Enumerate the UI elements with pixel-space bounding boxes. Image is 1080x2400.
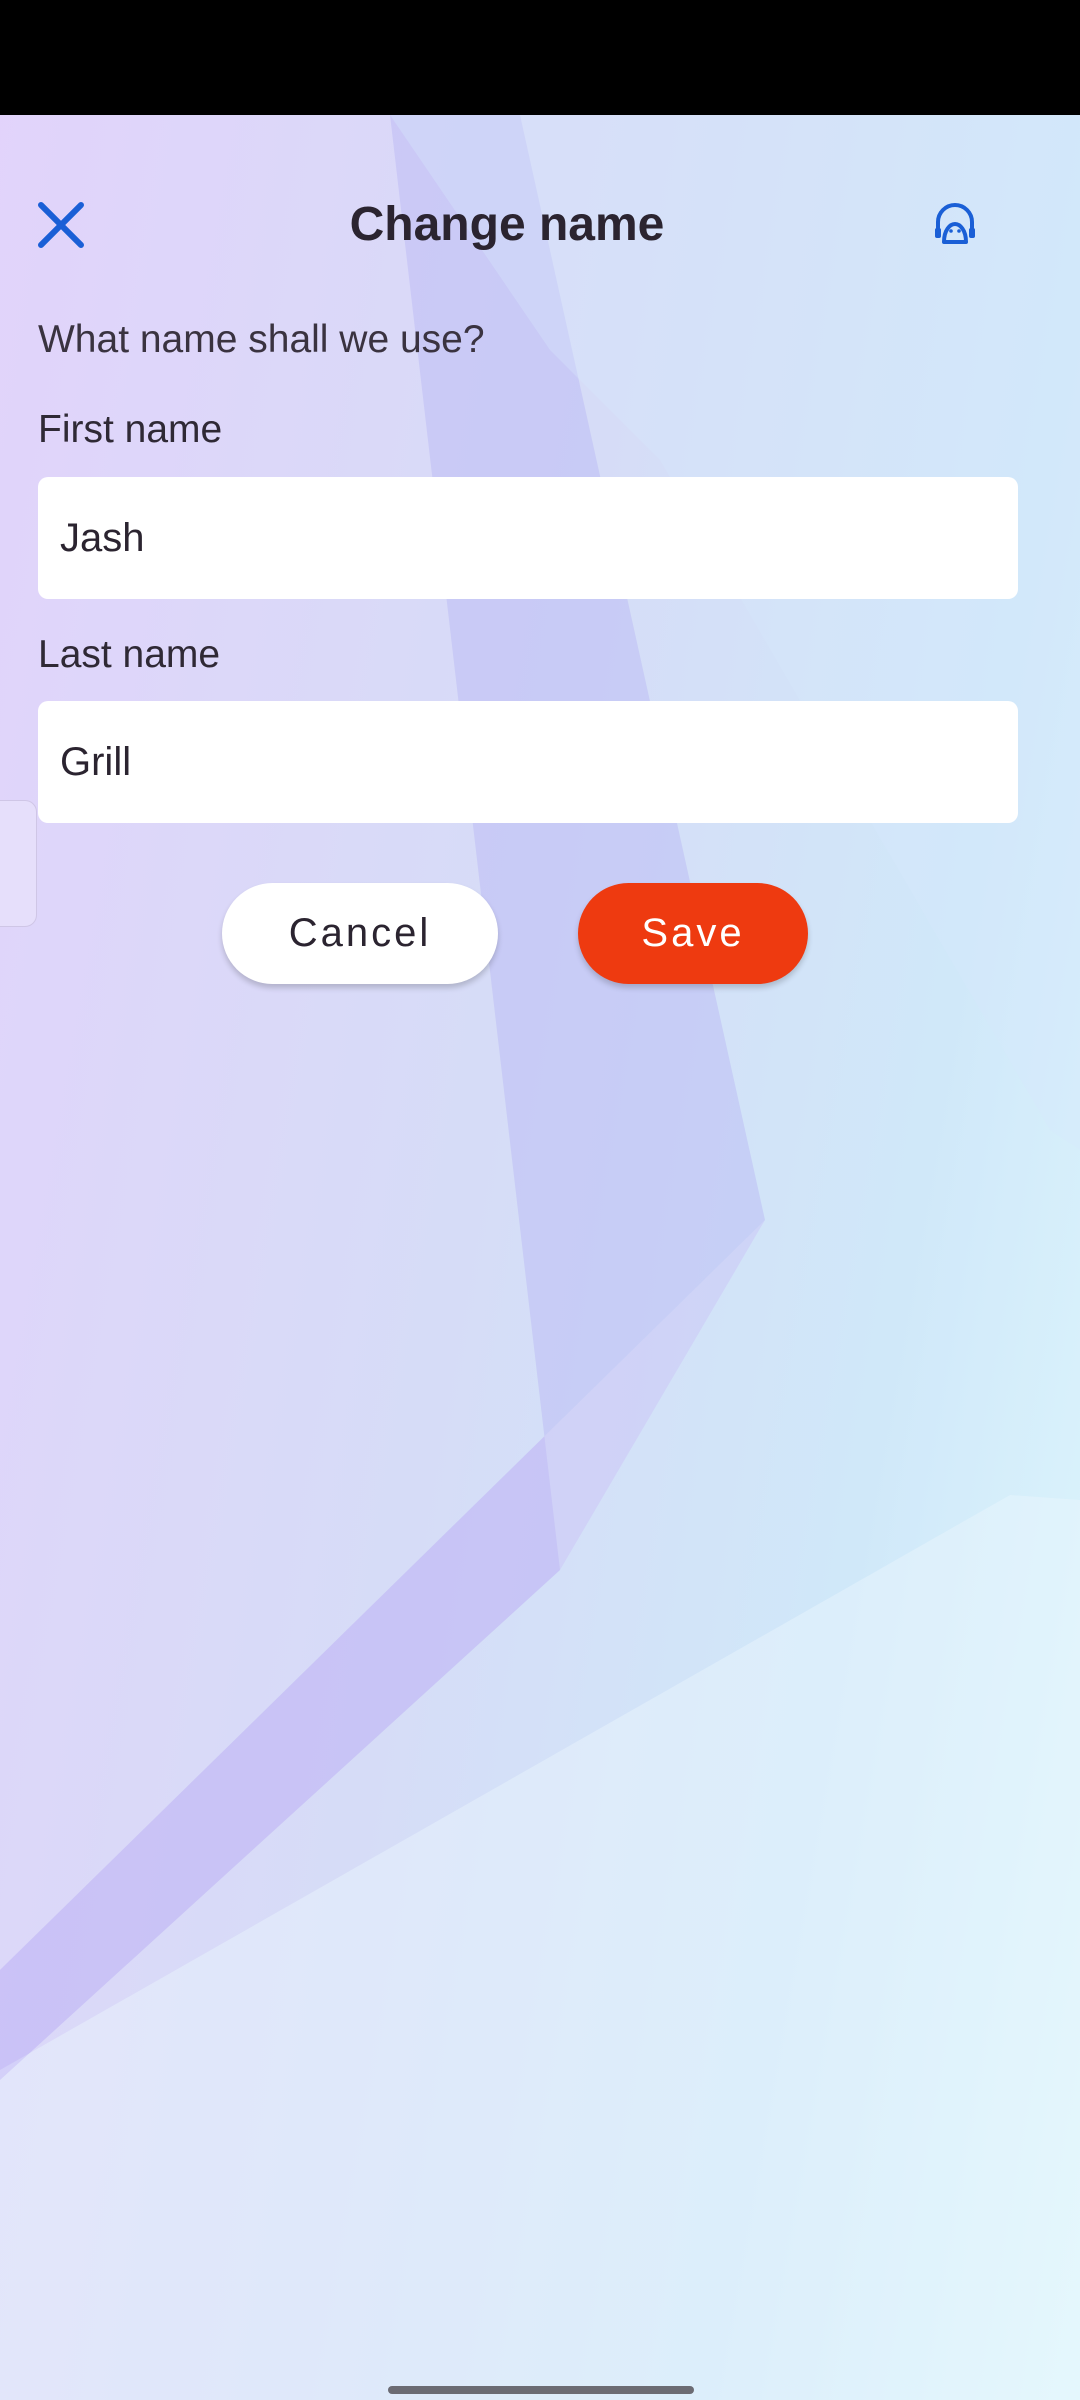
edge-panel-handle[interactable] — [0, 800, 37, 927]
first-name-label: First name — [38, 408, 223, 451]
home-indicator[interactable] — [388, 2386, 694, 2394]
support-button[interactable] — [922, 192, 988, 258]
header: Change name — [0, 170, 1080, 280]
last-name-input[interactable] — [38, 701, 1018, 823]
cancel-button[interactable]: Cancel — [222, 883, 498, 984]
name-prompt: What name shall we use? — [38, 318, 485, 361]
status-bar — [0, 0, 1080, 115]
first-name-input[interactable] — [38, 477, 1018, 599]
change-name-screen: Change name What name shall we use? Firs… — [0, 0, 1080, 2400]
page-title: Change name — [349, 198, 665, 251]
last-name-label: Last name — [38, 633, 221, 676]
headset-support-icon — [935, 203, 975, 244]
save-button[interactable]: Save — [578, 883, 808, 984]
